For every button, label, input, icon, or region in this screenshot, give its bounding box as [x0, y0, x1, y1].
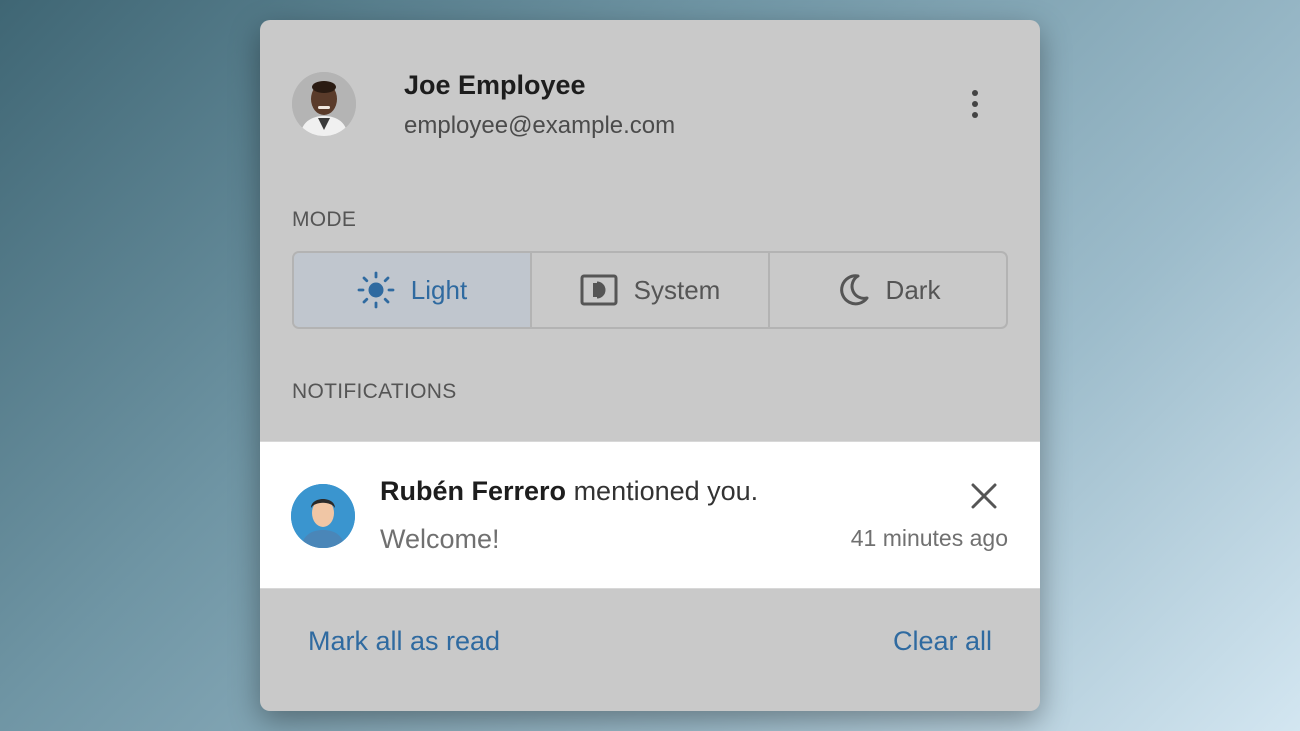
mode-section-label: MODE	[292, 208, 357, 231]
account-menu-panel: Joe Employee employee@example.com MODE L…	[260, 20, 1040, 711]
notification-item[interactable]: Rubén Ferrero mentioned you. Welcome! 41…	[260, 441, 1040, 589]
clear-all-button[interactable]: Clear all	[893, 626, 992, 657]
mark-all-read-button[interactable]: Mark all as read	[308, 626, 500, 657]
notification-time: 41 minutes ago	[850, 525, 1008, 551]
profile-header: Joe Employee employee@example.com	[260, 20, 1040, 190]
system-display-icon	[580, 274, 618, 306]
moon-icon	[836, 273, 870, 307]
notification-action: mentioned you.	[573, 476, 759, 506]
avatar	[292, 72, 356, 136]
kebab-menu-icon[interactable]	[960, 86, 990, 122]
author-avatar	[291, 484, 355, 548]
notifications-section-label: NOTIFICATIONS	[292, 380, 457, 403]
notification-author: Rubén Ferrero	[380, 476, 567, 506]
mode-system-label: System	[633, 274, 721, 305]
notification-text: Rubén Ferrero mentioned you.	[380, 476, 758, 507]
mode-dark-button[interactable]: Dark	[768, 253, 1006, 327]
notification-message: Welcome!	[380, 524, 500, 554]
close-icon[interactable]	[968, 480, 1000, 512]
theme-mode-selector: Light System Dark	[292, 251, 1008, 329]
mode-dark-label: Dark	[885, 274, 941, 305]
user-name: Joe Employee	[404, 70, 586, 100]
mode-light-button[interactable]: Light	[294, 253, 530, 327]
sun-icon	[357, 271, 395, 309]
user-email: employee@example.com	[404, 112, 676, 139]
mode-light-label: Light	[410, 274, 468, 305]
mode-system-button[interactable]: System	[530, 253, 768, 327]
